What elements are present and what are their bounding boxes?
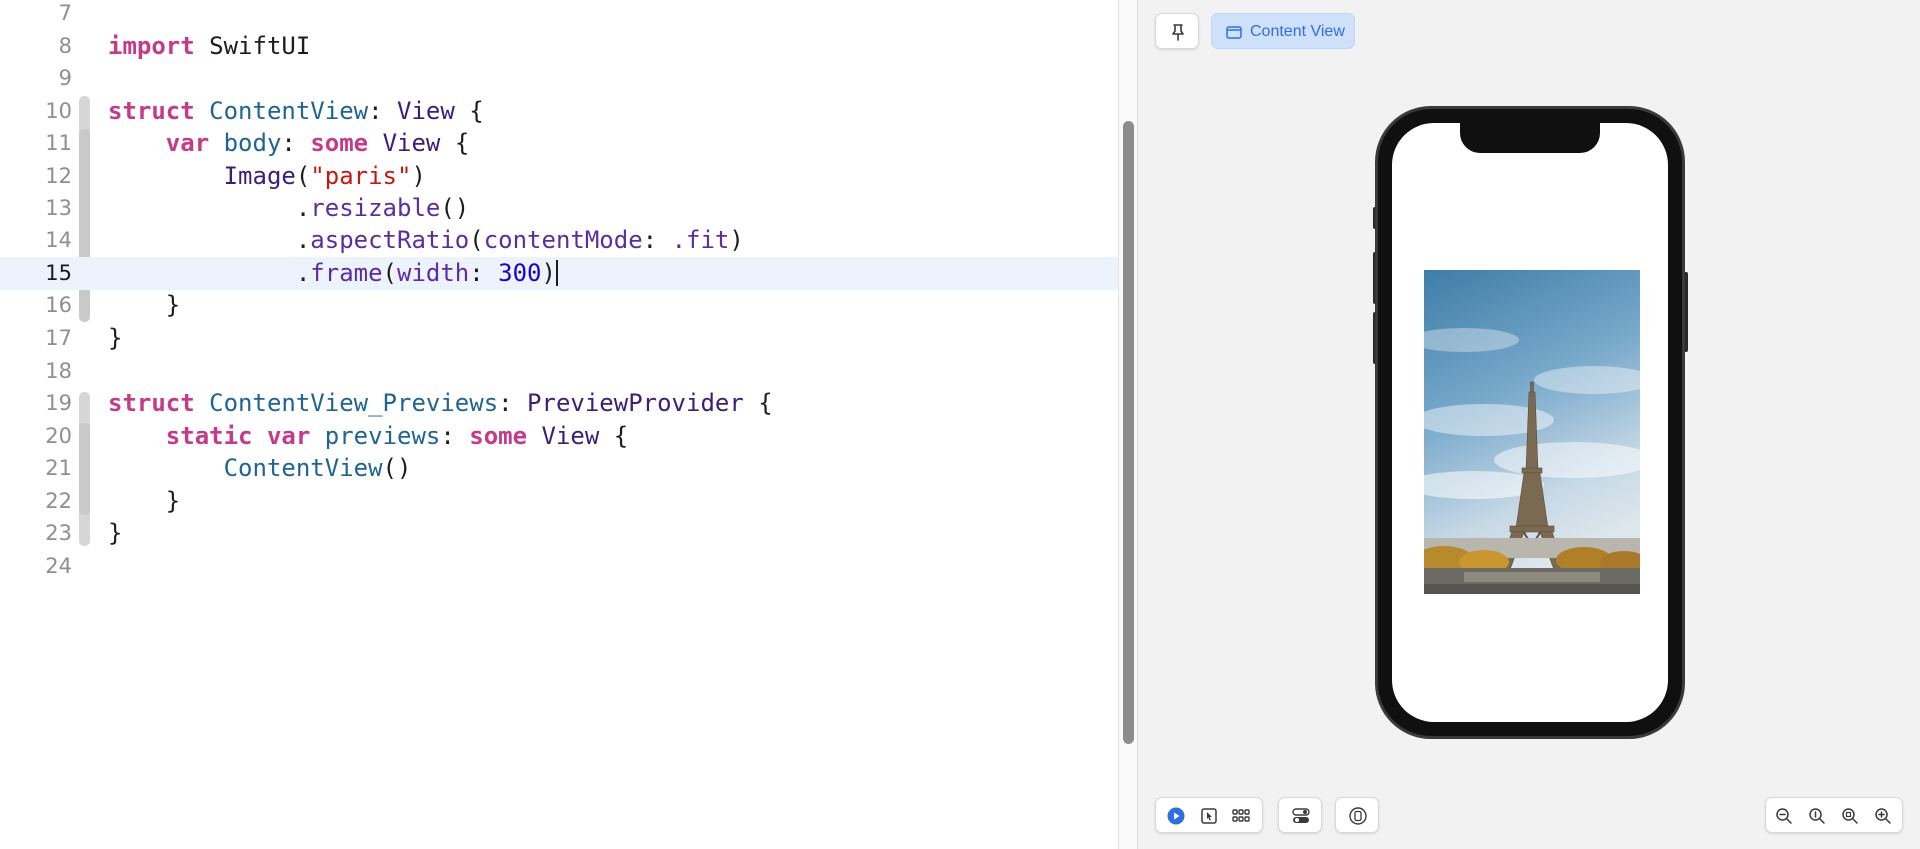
code-text: } xyxy=(108,324,123,352)
code-line[interactable]: 17 } xyxy=(0,322,1120,355)
code-text: struct ContentView: View { xyxy=(108,97,484,125)
zoom-controls xyxy=(1765,797,1903,833)
code-text: .resizable() xyxy=(295,194,470,222)
grid-dots-icon[interactable] xyxy=(1231,806,1251,826)
code-line[interactable]: 18 xyxy=(0,355,1120,388)
line-number: 11 xyxy=(45,131,72,155)
code-text: var body: some View { xyxy=(165,129,470,157)
line-number: 18 xyxy=(45,359,72,383)
code-line[interactable]: 8 import SwiftUI xyxy=(0,30,1120,63)
preview-mode-group xyxy=(1155,797,1263,833)
source-editor[interactable]: 7 8 import SwiftUI 9 10 struct ContentVi… xyxy=(0,0,1120,849)
line-number: 19 xyxy=(45,391,72,415)
line-number: 21 xyxy=(45,456,72,480)
line-number: 17 xyxy=(45,326,72,350)
line-number: 24 xyxy=(45,554,72,578)
code-text: } xyxy=(165,487,181,515)
preview-window-icon xyxy=(1224,22,1244,42)
device-frame xyxy=(1375,106,1685,739)
line-number: 8 xyxy=(58,34,72,58)
selectable-cursor-icon[interactable] xyxy=(1199,806,1219,826)
code-line[interactable]: 21 ContentView() xyxy=(0,452,1120,485)
play-circle-icon[interactable] xyxy=(1166,806,1186,826)
text-cursor xyxy=(555,260,558,286)
line-number: 22 xyxy=(45,489,72,513)
code-text: static var previews: some View { xyxy=(165,422,629,450)
code-line[interactable]: 24 xyxy=(0,550,1120,583)
line-number: 13 xyxy=(45,196,72,220)
code-line-current[interactable]: 15 .frame(width: 300) xyxy=(0,257,1120,290)
zoom-100-icon[interactable] xyxy=(1807,806,1827,826)
code-line[interactable]: 10 struct ContentView: View { xyxy=(0,95,1120,128)
code-line[interactable]: 14 .aspectRatio(contentMode: .fit) xyxy=(0,224,1120,257)
device-circle-icon xyxy=(1348,806,1368,826)
code-text: import SwiftUI xyxy=(108,32,311,60)
zoom-fit-icon[interactable] xyxy=(1840,806,1860,826)
code-text: Image("paris") xyxy=(223,162,426,190)
preview-name-label: Content View xyxy=(1250,23,1345,40)
zoom-in-icon[interactable] xyxy=(1873,806,1893,826)
line-number: 20 xyxy=(45,424,72,448)
line-number: 16 xyxy=(45,293,72,317)
line-number: 14 xyxy=(45,228,72,252)
code-line[interactable]: 7 xyxy=(0,0,1120,30)
code-text: struct ContentView_Previews: PreviewProv… xyxy=(108,389,773,417)
code-text: ContentView() xyxy=(223,454,412,482)
pin-icon xyxy=(1168,22,1188,42)
code-text: .frame(width: 300) xyxy=(295,259,558,287)
toggles-icon xyxy=(1291,806,1311,826)
code-line[interactable]: 16 } xyxy=(0,289,1120,322)
code-line[interactable]: 12 Image("paris") xyxy=(0,160,1120,193)
device-settings-button[interactable] xyxy=(1335,797,1379,833)
variants-button[interactable] xyxy=(1278,797,1322,833)
line-number: 15 xyxy=(45,261,72,285)
preview-selector-chip[interactable]: Content View xyxy=(1211,13,1355,49)
preview-canvas: Content View xyxy=(1138,0,1920,849)
pin-preview-button[interactable] xyxy=(1155,13,1199,49)
paris-image xyxy=(1424,270,1640,594)
zoom-out-icon[interactable] xyxy=(1774,806,1794,826)
line-number: 9 xyxy=(58,66,72,90)
code-line[interactable]: 19 struct ContentView_Previews: PreviewP… xyxy=(0,387,1120,420)
code-line[interactable]: 13 .resizable() xyxy=(0,192,1120,225)
line-number: 23 xyxy=(45,521,72,545)
code-line[interactable]: 23 } xyxy=(0,517,1120,550)
line-number: 12 xyxy=(45,164,72,188)
line-number: 7 xyxy=(58,1,72,25)
code-line[interactable]: 9 xyxy=(0,62,1120,95)
device-screen[interactable] xyxy=(1392,123,1668,722)
editor-scrollbar[interactable] xyxy=(1123,121,1134,744)
code-line[interactable]: 20 static var previews: some View { xyxy=(0,420,1120,453)
code-line[interactable]: 22 } xyxy=(0,485,1120,518)
code-line[interactable]: 11 var body: some View { xyxy=(0,127,1120,160)
code-text: .aspectRatio(contentMode: .fit) xyxy=(295,226,744,254)
device-notch xyxy=(1460,123,1600,153)
line-number: 10 xyxy=(45,99,72,123)
code-text: } xyxy=(108,519,123,547)
code-text: } xyxy=(165,291,181,319)
